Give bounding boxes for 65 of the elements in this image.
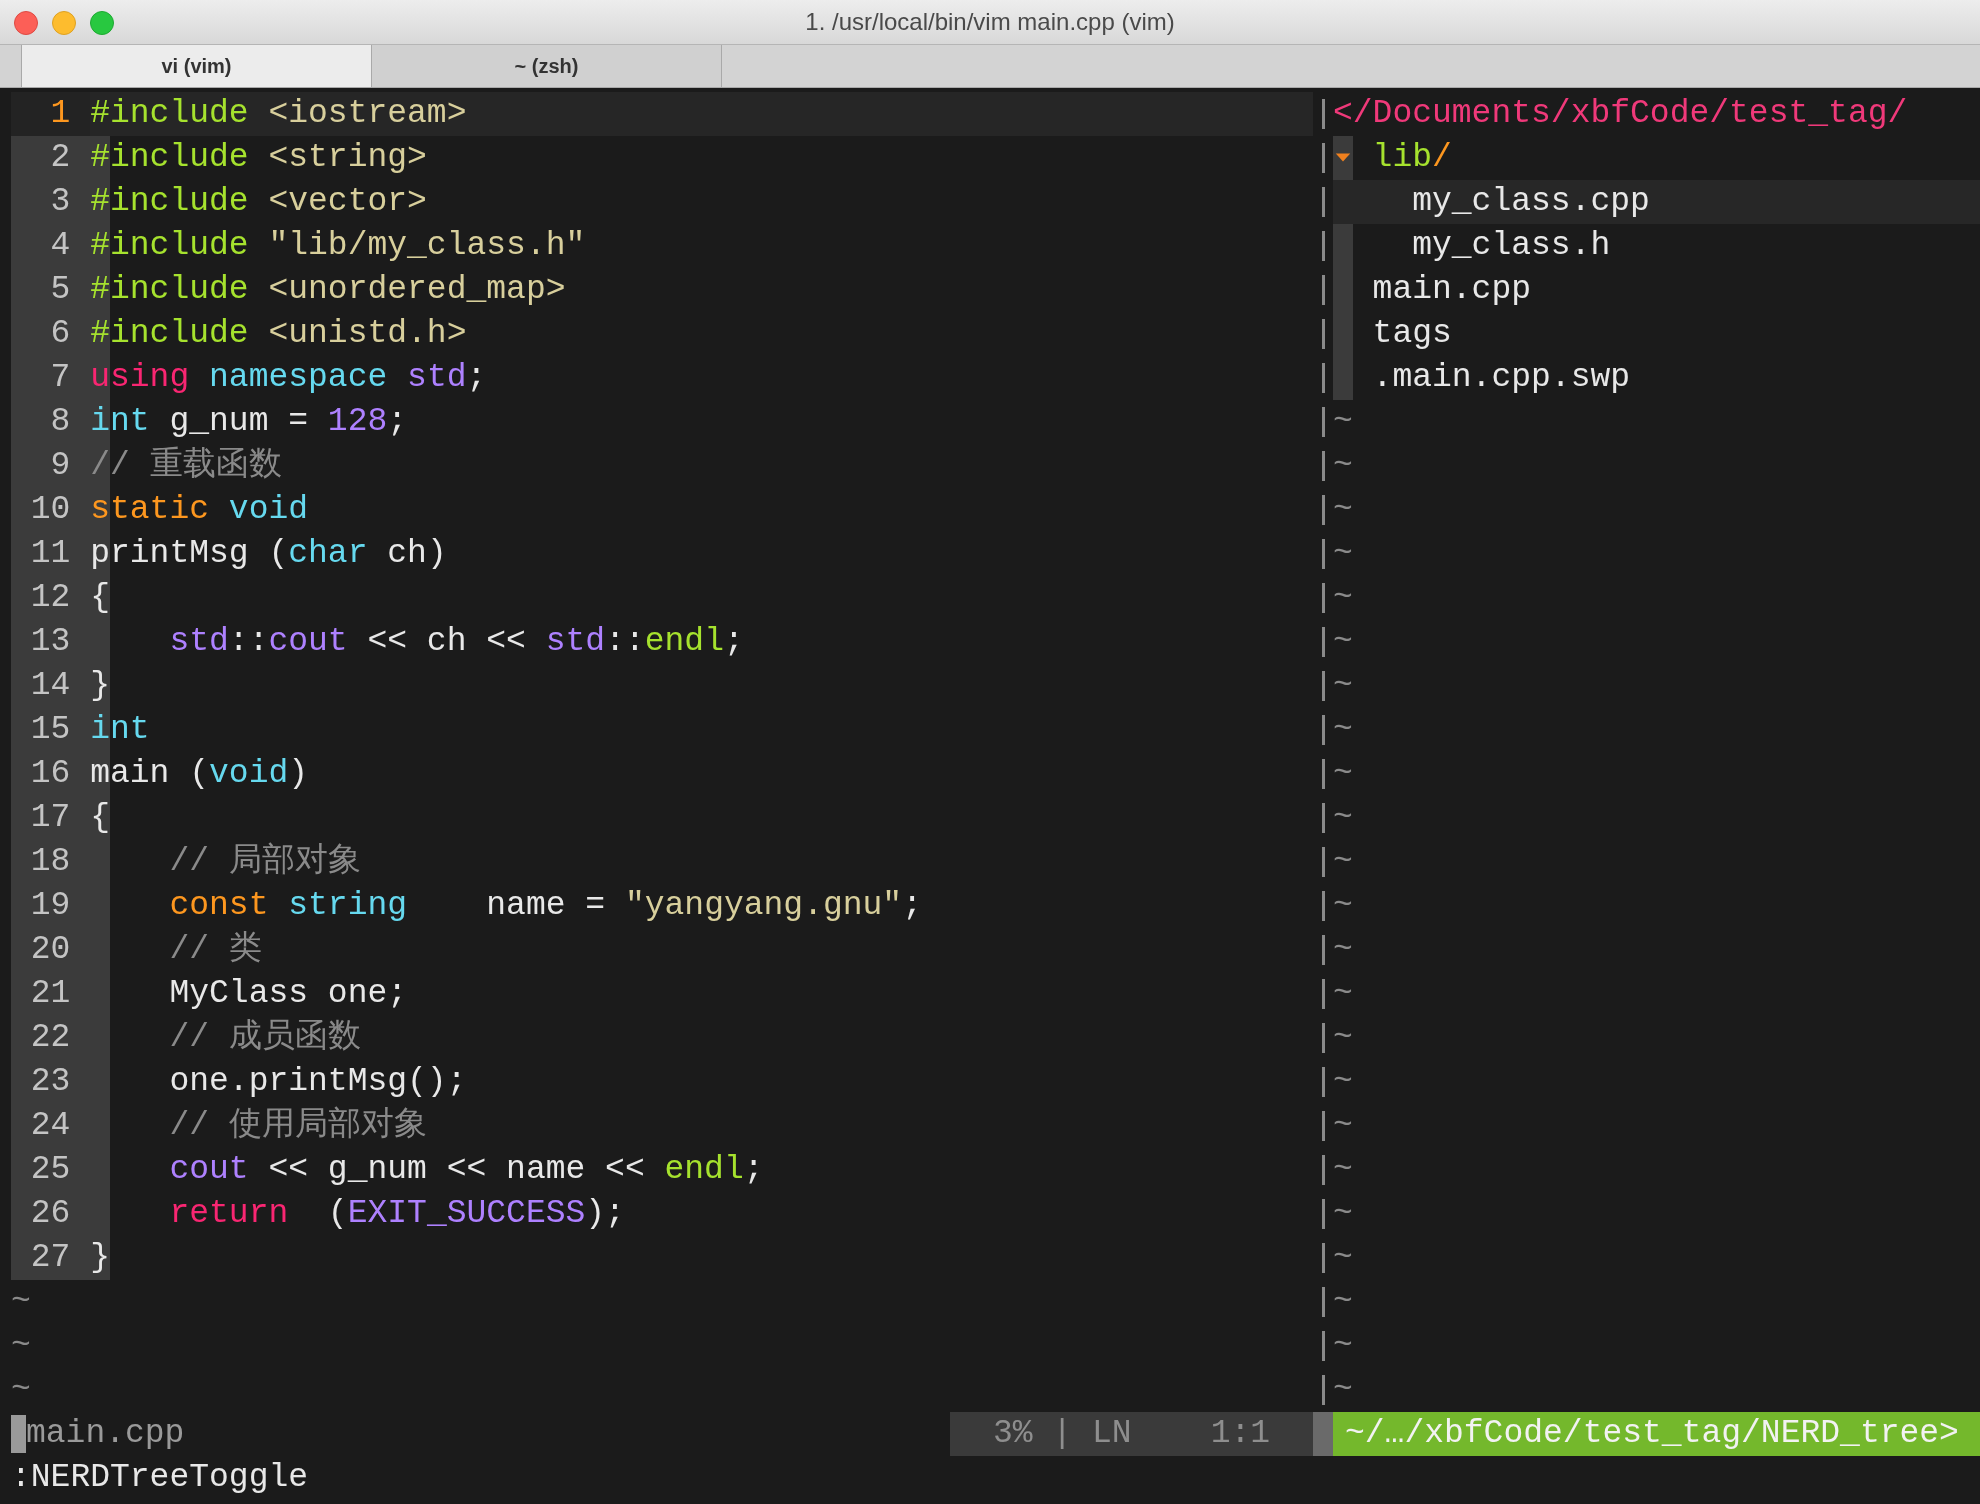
line-number: 27 (11, 1236, 91, 1280)
empty-line-marker: ~ (1333, 754, 1353, 794)
terminal-tab[interactable]: vi (vim) (21, 45, 372, 87)
empty-line-marker: ~ (1333, 930, 1353, 970)
zoom-button[interactable] (90, 11, 114, 35)
empty-line-marker: ~ (1333, 1238, 1353, 1278)
window-title: 1. /usr/local/bin/vim main.cpp (vim) (805, 8, 1175, 36)
close-button[interactable] (14, 11, 38, 35)
empty-line-marker: ~ (1333, 402, 1353, 442)
empty-line-marker: ~ (1333, 1150, 1353, 1190)
line-number: 16 (11, 752, 91, 796)
empty-line-marker: ~ (11, 1370, 31, 1410)
line-number: 26 (11, 1192, 91, 1236)
tree-root-path[interactable]: </Documents/xbfCode/test_tag/ (1333, 92, 1908, 136)
empty-line-marker: ~ (1333, 1370, 1353, 1410)
empty-line-marker: ~ (1333, 534, 1353, 574)
line-number: 7 (11, 356, 91, 400)
empty-line-marker: ~ (1333, 1282, 1353, 1322)
empty-line-marker: ~ (1333, 622, 1353, 662)
empty-line-marker: ~ (1333, 446, 1353, 486)
empty-line-marker: ~ (1333, 886, 1353, 926)
line-number: 24 (11, 1104, 91, 1148)
line-number: 20 (11, 928, 91, 972)
empty-line-marker: ~ (11, 1282, 31, 1322)
empty-line-marker: ~ (1333, 1326, 1353, 1366)
line-number: 4 (11, 224, 91, 268)
status-file-name: main.cpp (26, 1414, 185, 1454)
empty-line-marker: ~ (1333, 1194, 1353, 1234)
empty-line-marker: ~ (1333, 666, 1353, 706)
minimize-button[interactable] (52, 11, 76, 35)
line-number: 13 (11, 620, 91, 664)
line-number: 2 (11, 136, 91, 180)
line-number: 15 (11, 708, 91, 752)
line-number: 6 (11, 312, 91, 356)
line-number: 17 (11, 796, 91, 840)
empty-line-marker: ~ (1333, 490, 1353, 530)
empty-line-marker: ~ (1333, 842, 1353, 882)
line-number: 18 (11, 840, 91, 884)
tree-item[interactable]: my_class.cpp (1333, 180, 1980, 224)
line-number: 5 (11, 268, 91, 312)
empty-line-marker: ~ (1333, 710, 1353, 750)
empty-line-marker: ~ (1333, 798, 1353, 838)
line-number: 25 (11, 1148, 91, 1192)
mode-indicator (11, 1415, 26, 1453)
line-number: 9 (11, 444, 91, 488)
empty-line-marker: ~ (1333, 1106, 1353, 1146)
empty-line-marker: ~ (1333, 1018, 1353, 1058)
line-number: 10 (11, 488, 91, 532)
line-number: 19 (11, 884, 91, 928)
line-number: 8 (11, 400, 91, 444)
line-number: 3 (11, 180, 91, 224)
status-tree-path: ~/…/xbfCode/test_tag/NERD_tree> (1333, 1412, 1980, 1456)
line-number: 1 (11, 92, 91, 136)
empty-line-marker: ~ (11, 1326, 31, 1366)
line-number: 14 (11, 664, 91, 708)
line-number: 21 (11, 972, 91, 1016)
line-number: 12 (11, 576, 91, 620)
command-line[interactable]: :NERDTreeToggle (11, 1456, 309, 1500)
empty-line-marker: ~ (1333, 1062, 1353, 1102)
line-number: 22 (11, 1016, 91, 1060)
line-number: 11 (11, 532, 91, 576)
empty-line-marker: ~ (1333, 974, 1353, 1014)
empty-line-marker: ~ (1333, 578, 1353, 618)
line-number: 23 (11, 1060, 91, 1104)
status-position: 3% | LN 1:1 (950, 1412, 1313, 1456)
